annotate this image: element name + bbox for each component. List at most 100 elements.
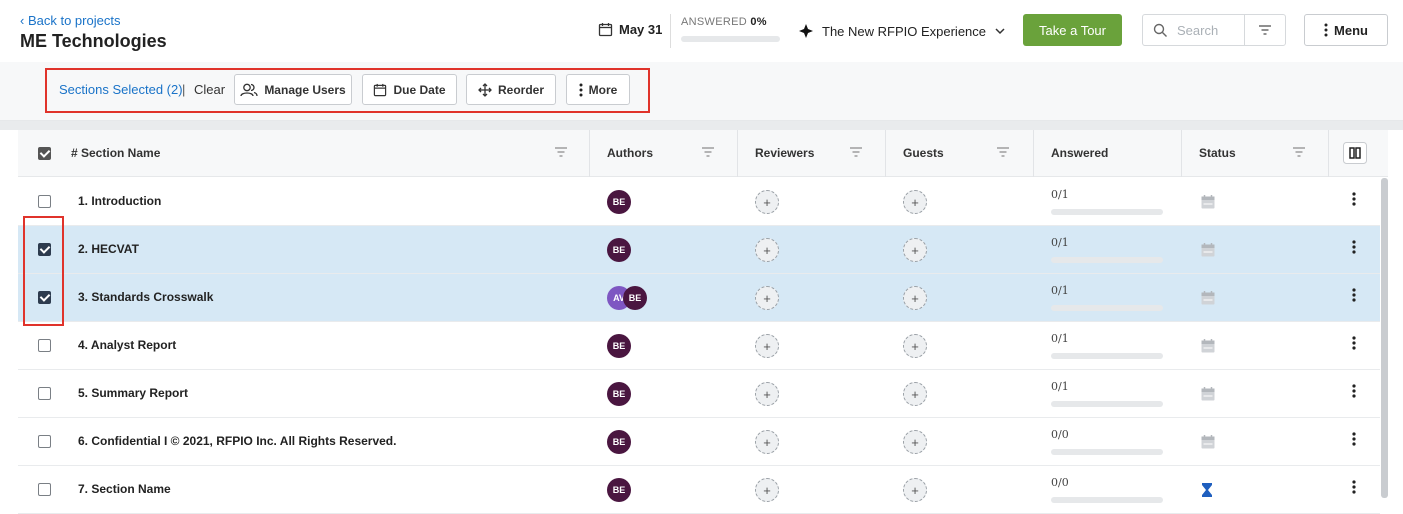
- filter-icon[interactable]: [996, 146, 1010, 158]
- row-checkbox[interactable]: [38, 339, 51, 352]
- filter-icon[interactable]: [701, 146, 715, 158]
- calendar-icon: [598, 23, 613, 37]
- clear-selection-link[interactable]: Clear: [194, 82, 225, 97]
- add-guest-button[interactable]: +: [903, 382, 927, 406]
- calendar-icon[interactable]: [1200, 386, 1216, 407]
- table-row[interactable]: 4. Analyst Report BE + +0/1: [18, 322, 1380, 370]
- author-avatar[interactable]: BE: [607, 430, 631, 454]
- checkbox-highlight-box: [23, 216, 64, 326]
- row-checkbox[interactable]: [38, 435, 51, 448]
- add-reviewer-button[interactable]: +: [755, 334, 779, 358]
- row-actions-kebab-icon[interactable]: [1352, 480, 1356, 499]
- manage-users-button[interactable]: Manage Users: [234, 74, 352, 105]
- more-button[interactable]: More: [566, 74, 630, 105]
- section-name[interactable]: 5. Summary Report: [78, 386, 188, 400]
- due-date[interactable]: May 31: [598, 22, 662, 37]
- add-guest-button[interactable]: +: [903, 190, 927, 214]
- menu-label: Menu: [1334, 22, 1368, 38]
- content-divider: [0, 121, 1403, 130]
- column-divider: [885, 130, 886, 177]
- table-row[interactable]: 3. Standards Crosswalk AV BE + +0/1: [18, 274, 1380, 322]
- table-row[interactable]: 1. Introduction BE + +0/1: [18, 178, 1380, 226]
- author-avatar[interactable]: BE: [607, 382, 631, 406]
- author-avatar[interactable]: BE: [607, 334, 631, 358]
- filter-icon[interactable]: [849, 146, 863, 158]
- answered-progress-bar: [1051, 497, 1163, 503]
- table-row[interactable]: 6. Confidential I © 2021, RFPIO Inc. All…: [18, 418, 1380, 466]
- author-avatar[interactable]: BE: [607, 478, 631, 502]
- add-reviewer-button[interactable]: +: [755, 478, 779, 502]
- row-actions-kebab-icon[interactable]: [1352, 384, 1356, 403]
- chevron-down-icon: [995, 28, 1005, 35]
- calendar-icon[interactable]: [1200, 194, 1216, 215]
- add-guest-button[interactable]: +: [903, 238, 927, 262]
- add-reviewer-button[interactable]: +: [755, 190, 779, 214]
- table-row[interactable]: 5. Summary Report BE + +0/1: [18, 370, 1380, 418]
- answered-percent: 0%: [750, 16, 767, 28]
- calendar-icon[interactable]: [1200, 290, 1216, 311]
- sections-selected-count: Sections Selected (2): [59, 82, 183, 97]
- hourglass-icon[interactable]: [1200, 482, 1214, 503]
- columns-toggle-icon[interactable]: [1343, 142, 1367, 164]
- search-filter-icon[interactable]: [1244, 15, 1285, 45]
- move-arrows-icon: [478, 82, 492, 97]
- answered-progress-bar: [1051, 209, 1163, 215]
- row-actions-kebab-icon[interactable]: [1352, 336, 1356, 355]
- add-reviewer-button[interactable]: +: [755, 238, 779, 262]
- author-avatar[interactable]: BE: [607, 238, 631, 262]
- sparkle-icon: [799, 24, 813, 38]
- menu-button[interactable]: Menu: [1304, 14, 1388, 46]
- column-answered: Answered: [1051, 146, 1109, 160]
- more-label: More: [588, 82, 618, 97]
- add-reviewer-button[interactable]: +: [755, 286, 779, 310]
- section-name[interactable]: 4. Analyst Report: [78, 338, 176, 352]
- filter-icon[interactable]: [554, 146, 568, 158]
- section-name[interactable]: 1. Introduction: [78, 194, 161, 208]
- column-divider: [1181, 130, 1182, 177]
- row-actions-kebab-icon[interactable]: [1352, 432, 1356, 451]
- calendar-icon[interactable]: [1200, 242, 1216, 263]
- calendar-icon[interactable]: [1200, 338, 1216, 359]
- add-guest-button[interactable]: +: [903, 478, 927, 502]
- author-avatar[interactable]: BE: [623, 286, 647, 310]
- row-checkbox[interactable]: [38, 387, 51, 400]
- section-name[interactable]: 2. HECVAT: [78, 242, 139, 256]
- users-icon: [240, 83, 258, 96]
- select-all-checkbox[interactable]: [38, 147, 51, 160]
- answered-progress-bar: [1051, 449, 1163, 455]
- column-divider: [737, 130, 738, 177]
- reorder-button[interactable]: Reorder: [466, 74, 556, 105]
- row-checkbox[interactable]: [38, 195, 51, 208]
- add-reviewer-button[interactable]: +: [755, 430, 779, 454]
- answered-label: ANSWERED: [681, 16, 747, 28]
- calendar-icon[interactable]: [1200, 434, 1216, 455]
- row-actions-kebab-icon[interactable]: [1352, 240, 1356, 259]
- row-checkbox[interactable]: [38, 483, 51, 496]
- section-name[interactable]: 3. Standards Crosswalk: [78, 290, 213, 304]
- experience-switcher[interactable]: The New RFPIO Experience: [798, 23, 1006, 39]
- take-a-tour-button[interactable]: Take a Tour: [1023, 14, 1122, 46]
- project-title: ME Technologies: [20, 31, 167, 51]
- add-reviewer-button[interactable]: +: [755, 382, 779, 406]
- row-actions-kebab-icon[interactable]: [1352, 192, 1356, 211]
- table-row[interactable]: 7. Section Name BE + +0/0: [18, 466, 1380, 514]
- table-row[interactable]: 2. HECVAT BE + +0/1: [18, 226, 1380, 274]
- back-to-projects-link[interactable]: ‹ Back to projects: [20, 13, 120, 28]
- add-guest-button[interactable]: +: [903, 334, 927, 358]
- top-header: ‹ Back to projects ME Technologies May 3…: [0, 0, 1403, 62]
- sections-table: # Section Name Authors Reviewers Guests …: [18, 130, 1388, 514]
- header-divider: [670, 14, 671, 48]
- answered-count: 0/0: [1051, 428, 1069, 441]
- column-authors: Authors: [607, 146, 653, 160]
- add-guest-button[interactable]: +: [903, 430, 927, 454]
- vertical-scrollbar[interactable]: [1381, 178, 1388, 498]
- section-name[interactable]: 7. Section Name: [78, 482, 171, 496]
- row-actions-kebab-icon[interactable]: [1352, 288, 1356, 307]
- due-date-button[interactable]: Due Date: [362, 74, 457, 105]
- search-input[interactable]: Search: [1177, 23, 1244, 38]
- section-name[interactable]: 6. Confidential I © 2021, RFPIO Inc. All…: [78, 434, 396, 448]
- add-guest-button[interactable]: +: [903, 286, 927, 310]
- search-box[interactable]: Search: [1142, 14, 1286, 46]
- filter-icon[interactable]: [1292, 146, 1306, 158]
- author-avatar[interactable]: BE: [607, 190, 631, 214]
